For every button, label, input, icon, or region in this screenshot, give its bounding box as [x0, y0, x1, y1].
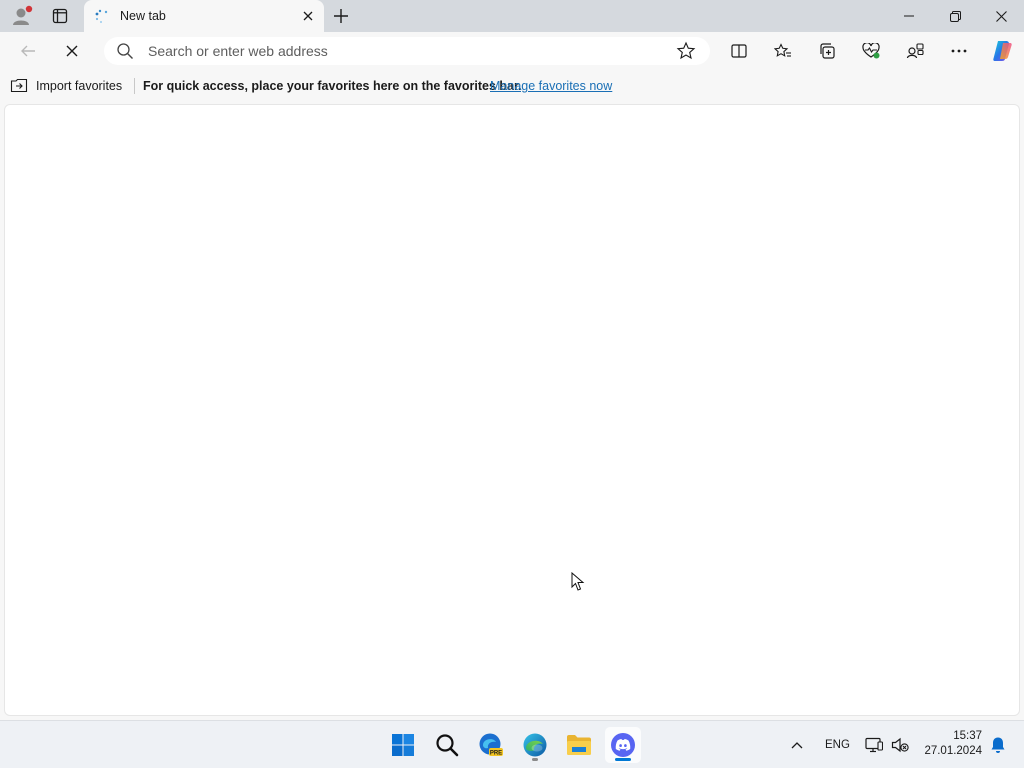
tab-new-tab[interactable]: New tab [84, 0, 324, 32]
volume-muted-icon [891, 737, 909, 753]
close-icon [995, 10, 1007, 22]
network-icon [865, 737, 883, 753]
tab-actions-button[interactable] [41, 0, 79, 32]
browser-essentials-button[interactable] [855, 36, 887, 66]
taskbar-file-explorer[interactable] [561, 727, 597, 763]
extensions-icon [906, 43, 924, 59]
back-arrow-icon [21, 45, 35, 57]
chevron-up-icon [791, 742, 803, 749]
tab-actions-icon [52, 8, 68, 24]
discord-icon [611, 733, 635, 757]
restore-button[interactable] [932, 0, 978, 32]
stop-loading-button[interactable] [56, 36, 88, 66]
search-icon [436, 734, 459, 757]
tab-title: New tab [120, 9, 166, 23]
volume-button[interactable] [886, 729, 914, 761]
bell-icon [991, 737, 1005, 753]
edge-icon [523, 733, 547, 757]
windows-start-icon [392, 734, 414, 756]
close-window-button[interactable] [978, 0, 1024, 32]
page-content[interactable] [4, 104, 1020, 716]
heart-pulse-icon [862, 43, 880, 59]
language-indicator[interactable]: ENG [825, 739, 850, 751]
collections-button[interactable] [811, 36, 843, 66]
active-indicator [615, 758, 631, 761]
extensions-button[interactable] [899, 36, 931, 66]
collections-icon [820, 43, 835, 59]
clock[interactable]: 15:37 27.01.2024 [924, 729, 982, 759]
taskbar-discord[interactable] [605, 727, 641, 763]
title-bar: New tab [0, 0, 1024, 32]
favorites-hint: For quick access, place your favorites h… [143, 79, 522, 93]
profile-button[interactable] [3, 0, 41, 32]
profile-avatar-icon [13, 5, 33, 25]
taskbar: PRE ENG 15:37 27.01.2024 [0, 720, 1024, 768]
star-icon[interactable] [676, 41, 696, 61]
mouse-cursor-icon [571, 572, 585, 591]
show-hidden-icons-button[interactable] [781, 729, 813, 761]
import-favorites-button[interactable]: Import favorites [10, 77, 122, 95]
notifications-button[interactable] [984, 729, 1012, 761]
split-screen-icon [731, 44, 747, 58]
svg-text:PRE: PRE [490, 751, 502, 757]
favorites-icon [774, 43, 791, 57]
taskbar-search-button[interactable] [429, 727, 465, 763]
import-favorites-label: Import favorites [36, 79, 123, 93]
import-icon [10, 78, 28, 93]
copilot-button[interactable] [986, 36, 1018, 66]
back-button[interactable] [12, 36, 44, 66]
start-button[interactable] [385, 727, 421, 763]
running-indicator [532, 758, 538, 761]
more-icon [951, 49, 967, 53]
split-screen-button[interactable] [723, 36, 755, 66]
search-icon [117, 43, 133, 59]
edge-pre-icon: PRE [479, 733, 503, 757]
taskbar-edge-pre[interactable]: PRE [473, 727, 509, 763]
minimize-button[interactable] [886, 0, 932, 32]
close-tab-button[interactable] [300, 8, 316, 24]
stop-loading-icon [66, 45, 78, 57]
folder-icon [567, 735, 591, 755]
plus-icon [334, 9, 348, 23]
close-icon [303, 11, 313, 21]
settings-and-more-button[interactable] [943, 36, 975, 66]
clock-time: 15:37 [953, 730, 982, 742]
minimize-icon [904, 15, 914, 17]
favorites-divider [134, 78, 135, 94]
copilot-icon [993, 41, 1012, 61]
new-tab-button[interactable] [328, 3, 354, 29]
address-input[interactable] [148, 40, 648, 62]
manage-favorites-link[interactable]: Manage favorites now [490, 79, 612, 93]
clock-date: 27.01.2024 [924, 745, 982, 757]
loading-spinner-icon [95, 9, 108, 23]
restore-icon [949, 10, 961, 22]
favorites-bar: Import favorites For quick access, place… [0, 70, 1024, 102]
network-button[interactable] [860, 729, 888, 761]
taskbar-edge[interactable] [517, 727, 553, 763]
favorites-button[interactable] [767, 36, 799, 66]
